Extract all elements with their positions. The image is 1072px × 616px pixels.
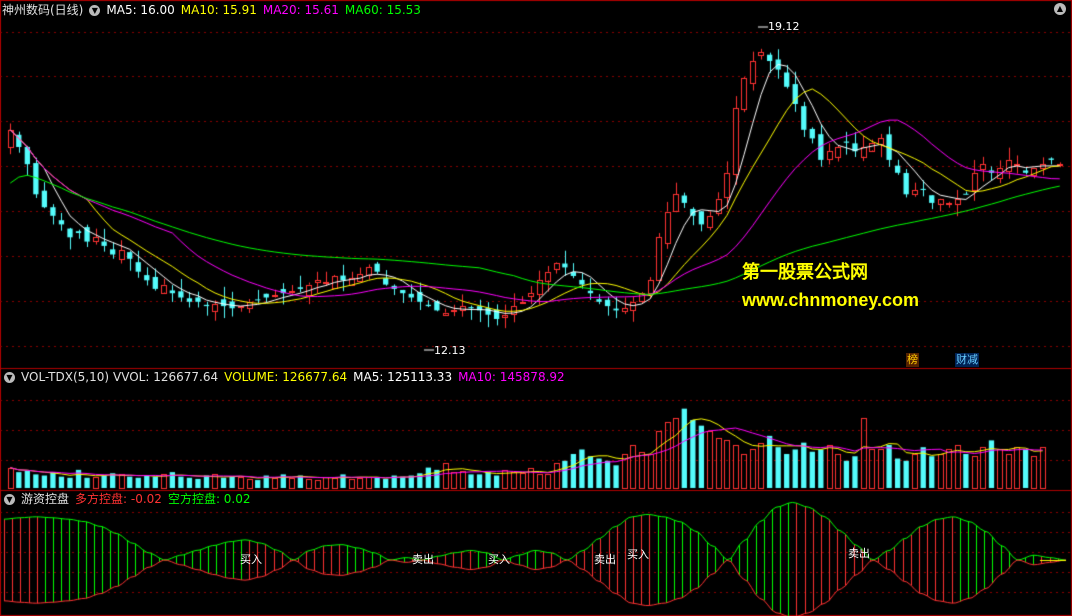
volume-value: VOLUME: 126677.64 [224,370,348,384]
low-price-label: 12.13 [434,344,466,357]
high-price-label: 19.12 [768,20,800,33]
event-badge-caijian[interactable]: 财减 [955,353,979,367]
ma20-value: MA20: 15.61 [262,3,339,17]
vvol-value: VVOL: 126677.64 [113,370,219,384]
ma10-value: MA10: 15.91 [180,3,257,17]
volume-settings-icon[interactable]: ▼ [4,372,15,383]
settings-circle-icon[interactable]: ▼ [89,5,101,16]
event-badge-bang[interactable]: 榜 [906,353,919,367]
indicator-name[interactable]: 游资控盘 [21,492,69,506]
vol-ma10-value: MA10: 145878.92 [458,370,565,384]
signal-label: 卖出 [594,553,616,566]
signal-label: 卖出 [848,547,870,560]
ma60-value: MA60: 15.53 [344,3,421,17]
indicator-header: ▼ 游资控盘 多方控盘: -0.02 空方控盘: 0.02 [0,490,257,508]
vol-indicator-name[interactable]: VOL-TDX(5,10) [21,370,109,384]
stock-name[interactable]: 神州数码(日线) [2,3,83,17]
watermark-url: www.chnmoney.com [742,290,920,310]
volume-header: ▼ VOL-TDX(5,10) VVOL: 126677.64 VOLUME: 126… [0,368,571,386]
main-chart-header: 神州数码(日线) ▼ MA5: 16.00 MA10: 15.91 MA20: 15.6… [0,1,427,19]
signal-label: 买入 [488,553,510,566]
vol-ma5-value: MA5: 125113.33 [353,370,453,384]
watermark-title: 第一股票公式网 [742,262,868,283]
indicator-settings-icon[interactable]: ▼ [4,494,15,505]
signal-label: 买入 [240,553,262,566]
short-control-value: 空方控盘: 0.02 [167,492,251,506]
long-control-value: 多方控盘: -0.02 [75,492,162,506]
signal-label: 卖出 [412,553,434,566]
ma5-value: MA5: 16.00 [106,3,175,17]
signal-label: 买入 [627,548,649,561]
scroll-up-icon[interactable]: ▲ [1054,3,1066,15]
